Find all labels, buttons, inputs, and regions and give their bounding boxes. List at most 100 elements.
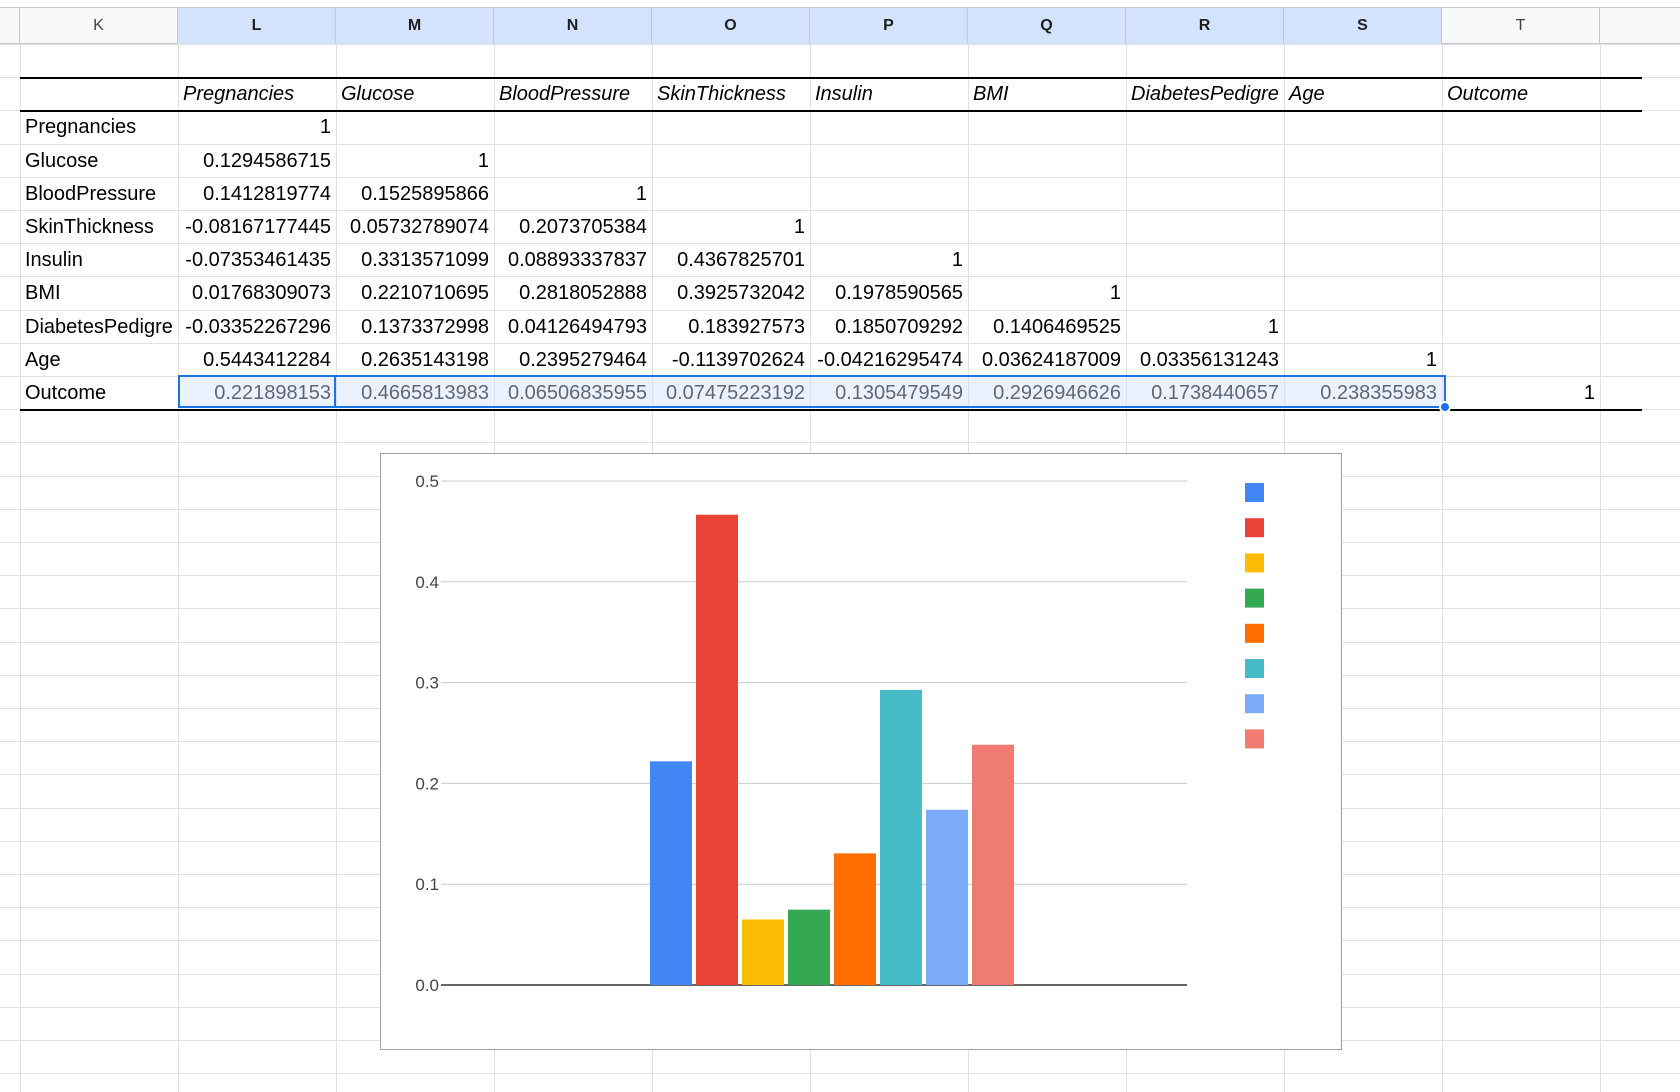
chart-svg: 0.0 0.1 0.2 0.3 0.4 0.5	[415, 472, 1264, 995]
table-value-cell[interactable]: 0.2635143198	[336, 343, 494, 377]
column-header-p[interactable]: P	[810, 8, 968, 44]
fill-handle[interactable]	[1439, 401, 1451, 413]
legend-swatch-2	[1245, 518, 1264, 538]
table-value-cell[interactable]: -0.07353461435	[178, 243, 336, 277]
table-value-cell[interactable]: 0.03624187009	[968, 343, 1126, 377]
legend-swatch-8	[1245, 729, 1264, 749]
table-value-cell[interactable]: 0.1406469525	[968, 310, 1126, 344]
table-value-cell[interactable]: 0.1525895866	[336, 177, 494, 211]
grid-vline	[1600, 44, 1601, 1092]
active-cell-L10[interactable]	[178, 375, 336, 408]
table-value-cell[interactable]: 0.1850709292	[810, 310, 968, 344]
table-value-cell[interactable]: 1	[494, 177, 652, 211]
row-label-cell[interactable]: DiabetesPedigre	[20, 310, 178, 344]
column-header-t[interactable]: T	[1442, 8, 1600, 44]
table-value-cell[interactable]: 0.1978590565	[810, 276, 968, 310]
table-value-cell[interactable]: 0.3925732042	[652, 276, 810, 310]
table-header-cell[interactable]: DiabetesPedigre	[1126, 77, 1284, 111]
table-value-cell[interactable]: 0.2073705384	[494, 210, 652, 244]
table-header-cell[interactable]: BloodPressure	[494, 77, 652, 111]
table-value-cell[interactable]: -0.1139702624	[652, 343, 810, 377]
table-value-cell[interactable]: 1	[1284, 343, 1442, 377]
table-value-cell[interactable]: 0.5443412284	[178, 343, 336, 377]
column-header-n[interactable]: N	[494, 8, 652, 44]
table-header-cell[interactable]: Outcome	[1442, 77, 1600, 111]
table-value-cell[interactable]: 0.2818052888	[494, 276, 652, 310]
table-value-cell[interactable]: 0.1412819774	[178, 177, 336, 211]
y-tick-label: 0.1	[415, 875, 439, 894]
table-header-cell[interactable]: Age	[1284, 77, 1442, 111]
legend-swatch-7	[1245, 694, 1264, 714]
y-tick-label: 0.4	[415, 573, 439, 592]
table-value-cell[interactable]: -0.03352267296	[178, 310, 336, 344]
column-header-r[interactable]: R	[1126, 8, 1284, 44]
row-label-cell[interactable]: Age	[20, 343, 178, 377]
table-value-cell[interactable]: 0.1373372998	[336, 310, 494, 344]
row-label-cell[interactable]: Insulin	[20, 243, 178, 277]
table-header-cell[interactable]: Pregnancies	[178, 77, 336, 111]
y-tick-label: 0.5	[415, 472, 439, 491]
column-header-k[interactable]: K	[20, 8, 178, 44]
bar-chart[interactable]: 0.0 0.1 0.2 0.3 0.4 0.5	[380, 453, 1342, 1050]
legend-swatch-3	[1245, 553, 1264, 573]
bar-series-2[interactable]	[696, 514, 738, 985]
table-header-cell[interactable]: Insulin	[810, 77, 968, 111]
table-header-cell[interactable]: Glucose	[336, 77, 494, 111]
table-value-cell[interactable]: 1	[652, 210, 810, 244]
legend-swatch-6	[1245, 659, 1264, 678]
bar-series-6[interactable]	[880, 689, 922, 985]
column-header-m[interactable]: M	[336, 8, 494, 44]
bar-series-4[interactable]	[788, 909, 830, 985]
table-value-cell[interactable]: -0.08167177445	[178, 210, 336, 244]
row-label-cell[interactable]: BMI	[20, 276, 178, 310]
table-value-cell[interactable]: 0.3313571099	[336, 243, 494, 277]
grid-vline	[1442, 44, 1443, 1092]
table-value-cell[interactable]: 1	[178, 110, 336, 144]
table-value-cell[interactable]: 0.01768309073	[178, 276, 336, 310]
column-header-o[interactable]: O	[652, 8, 810, 44]
table-value-cell[interactable]: 1	[1442, 376, 1600, 410]
row-label-cell[interactable]: SkinThickness	[20, 210, 178, 244]
row-label-cell[interactable]: BloodPressure	[20, 177, 178, 211]
grid-hline	[0, 44, 1680, 45]
spreadsheet-grid: KLMNOPQRST Pregnancies Glucose BloodPressu…	[0, 0, 1680, 1092]
table-value-cell[interactable]: 0.05732789074	[336, 210, 494, 244]
table-value-cell[interactable]: 0.4367825701	[652, 243, 810, 277]
table-value-cell[interactable]: 0.2210710695	[336, 276, 494, 310]
column-header-s[interactable]: S	[1284, 8, 1442, 44]
table-value-cell[interactable]: 1	[336, 144, 494, 178]
legend-swatch-1	[1245, 483, 1264, 502]
bar-series-7[interactable]	[926, 809, 968, 985]
table-header-cell[interactable]: SkinThickness	[652, 77, 810, 111]
table-value-cell[interactable]: 1	[968, 276, 1126, 310]
table-value-cell[interactable]: 0.183927573	[652, 310, 810, 344]
table-header-cell[interactable]: BMI	[968, 77, 1126, 111]
table-value-cell[interactable]: 0.03356131243	[1126, 343, 1284, 377]
table-value-cell[interactable]: 0.2395279464	[494, 343, 652, 377]
column-header-l[interactable]: L	[178, 8, 336, 44]
table-value-cell[interactable]: 0.1294586715	[178, 144, 336, 178]
row-label-cell[interactable]: Pregnancies	[20, 110, 178, 144]
selected-range-outcome-row[interactable]	[178, 375, 1446, 408]
bar-series-8[interactable]	[972, 744, 1014, 985]
legend-swatch-4	[1245, 588, 1264, 608]
bar-series-1[interactable]	[650, 761, 692, 985]
table-value-cell[interactable]: 0.04126494793	[494, 310, 652, 344]
table-value-cell[interactable]: 0.08893337837	[494, 243, 652, 277]
y-tick-label: 0.0	[415, 976, 439, 995]
table-value-cell[interactable]: 1	[1126, 310, 1284, 344]
y-tick-label: 0.2	[415, 774, 439, 793]
column-header-row: KLMNOPQRST	[0, 7, 1680, 44]
bar-series-5[interactable]	[834, 853, 876, 985]
legend-swatch-5	[1245, 623, 1264, 643]
column-header-q[interactable]: Q	[968, 8, 1126, 44]
row-label-cell[interactable]: Outcome	[20, 376, 178, 410]
bar-series-3[interactable]	[742, 919, 784, 985]
grid-hline	[0, 1073, 1680, 1074]
y-tick-label: 0.3	[415, 674, 439, 693]
table-value-cell[interactable]: 1	[810, 243, 968, 277]
grid-hline	[0, 442, 1680, 443]
column-header-stub	[0, 8, 20, 44]
table-value-cell[interactable]: -0.04216295474	[810, 343, 968, 377]
row-label-cell[interactable]: Glucose	[20, 144, 178, 178]
